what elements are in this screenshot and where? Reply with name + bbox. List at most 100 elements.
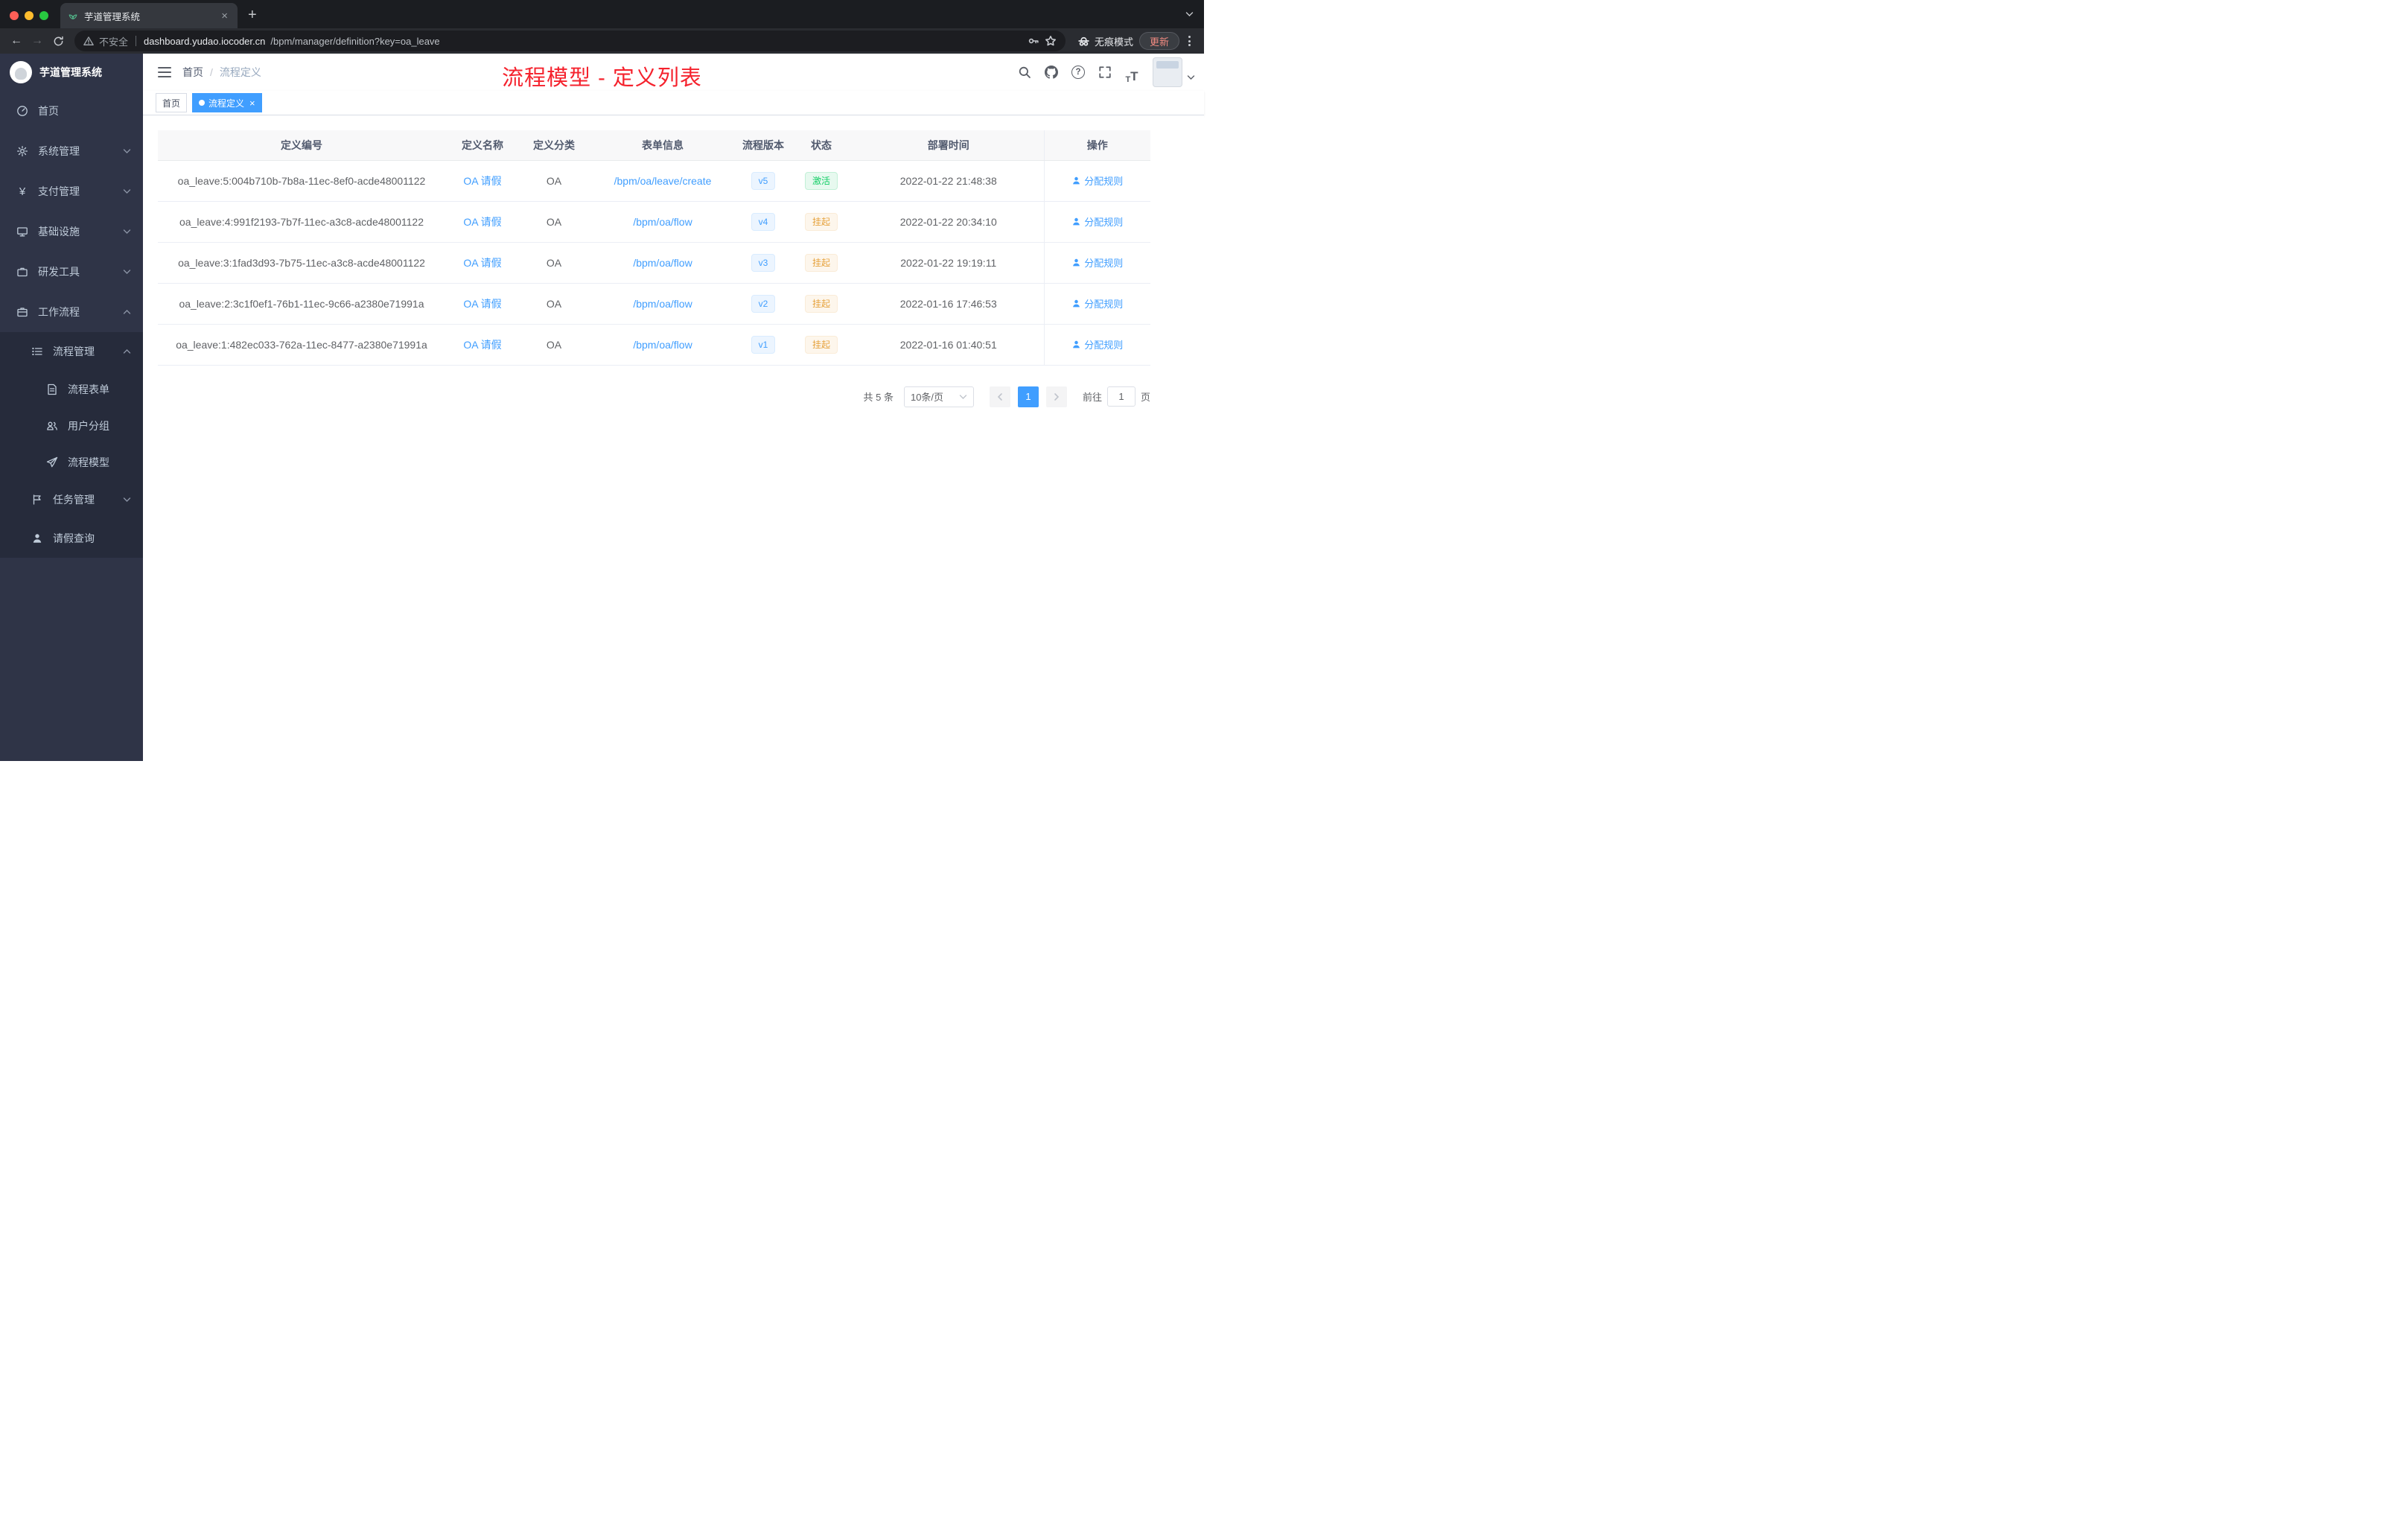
goto-label: 前往 (1082, 392, 1102, 403)
version-badge[interactable]: v5 (751, 171, 776, 190)
window-zoom-button[interactable] (39, 11, 48, 20)
pagination-total: 共 5 条 (863, 392, 894, 403)
tag-process-definition[interactable]: 流程定义 × (192, 93, 262, 112)
version-badge[interactable]: v2 (751, 294, 776, 313)
cell-category: OA (520, 324, 588, 366)
browser-menu-kebab-icon[interactable] (1179, 36, 1198, 46)
definition-table: 定义编号 定义名称 定义分类 表单信息 流程版本 状态 部署时间 操作 oa_l… (158, 130, 1150, 366)
breadcrumb-home[interactable]: 首页 (182, 65, 203, 80)
browser-tab-strip: 芋道管理系统 × + (0, 0, 1204, 28)
app-header: 首页 / 流程定义 ? TT (143, 54, 1204, 91)
security-label[interactable]: 不安全 (99, 34, 128, 48)
cell-definition-id: oa_leave:4:991f2193-7b7f-11ec-a3c8-acde4… (158, 201, 445, 243)
avatar-caret-icon[interactable] (1187, 71, 1195, 84)
cell-category: OA (520, 242, 588, 284)
bookmark-star-icon[interactable] (1045, 35, 1057, 47)
tag-active-dot (199, 100, 206, 106)
assign-rule-button[interactable]: 分配规则 (1071, 296, 1123, 311)
incognito-badge[interactable]: 无痕模式 (1077, 34, 1133, 48)
security-warning-icon (83, 36, 94, 45)
briefcase-icon (17, 267, 28, 277)
version-badge[interactable]: v4 (751, 212, 776, 231)
app-title: 芋道管理系统 (39, 66, 102, 78)
person-icon (1073, 299, 1080, 308)
form-info-link[interactable]: /bpm/oa/flow (633, 216, 692, 228)
sidebar-item-process-management[interactable]: 流程管理 (0, 332, 143, 371)
github-icon[interactable] (1039, 60, 1063, 84)
search-icon[interactable] (1013, 60, 1036, 84)
assign-rule-button[interactable]: 分配规则 (1071, 214, 1123, 229)
page-size-select[interactable]: 10条/页 (903, 386, 974, 407)
tag-home[interactable]: 首页 (156, 93, 188, 112)
window-minimize-button[interactable] (25, 11, 34, 20)
status-badge: 挂起 (804, 294, 838, 313)
person-icon (1073, 217, 1080, 226)
sidebar-item-label: 基础设施 (38, 226, 80, 238)
definition-name-link[interactable]: OA 请假 (463, 257, 501, 269)
next-page-button[interactable] (1045, 386, 1067, 407)
list-icon (32, 347, 42, 356)
sidebar-item-home[interactable]: 首页 (0, 91, 143, 131)
tag-close-icon[interactable]: × (249, 98, 255, 109)
sidebar-item-workflow[interactable]: 工作流程 (0, 292, 143, 332)
fullscreen-icon[interactable] (1093, 60, 1117, 84)
form-info-link[interactable]: /bpm/oa/flow (633, 257, 692, 269)
tab-search-chevron-icon[interactable] (1175, 7, 1204, 28)
new-tab-button[interactable]: + (238, 7, 267, 28)
user-avatar[interactable] (1153, 57, 1182, 87)
app-logo[interactable]: 芋道管理系统 (0, 54, 143, 91)
sidebar-item-payment[interactable]: ¥ 支付管理 (0, 171, 143, 211)
browser-tab[interactable]: 芋道管理系统 × (60, 3, 238, 28)
assign-rule-button[interactable]: 分配规则 (1071, 255, 1123, 270)
sidebar-item-leave-query[interactable]: 请假查询 (0, 519, 143, 558)
table-row: oa_leave:4:991f2193-7b7f-11ec-a3c8-acde4… (158, 201, 1150, 243)
tab-close-icon[interactable]: × (219, 10, 230, 22)
sidebar-item-label: 流程模型 (68, 456, 109, 468)
sidebar-item-label: 流程管理 (53, 346, 95, 357)
chevron-up-icon (123, 310, 131, 314)
sidebar-item-process-form[interactable]: 流程表单 (0, 371, 143, 407)
assign-rule-button[interactable]: 分配规则 (1071, 337, 1123, 351)
reload-button[interactable] (48, 31, 69, 51)
definition-name-link[interactable]: OA 请假 (463, 298, 501, 310)
url-host: dashboard.yudao.iocoder.cn (144, 35, 266, 47)
address-bar[interactable]: 不安全 dashboard.yudao.iocoder.cn/bpm/manag… (74, 31, 1066, 51)
form-info-link[interactable]: /bpm/oa/flow (633, 298, 692, 310)
chevron-right-icon (1054, 392, 1060, 401)
form-info-link[interactable]: /bpm/oa/leave/create (614, 175, 712, 187)
password-key-icon[interactable] (1028, 35, 1039, 47)
window-close-button[interactable] (10, 11, 19, 20)
sidebar-toggle-button[interactable] (143, 67, 182, 77)
version-badge[interactable]: v3 (751, 253, 776, 272)
back-button[interactable]: ← (6, 31, 27, 51)
sidebar-item-system[interactable]: 系统管理 (0, 131, 143, 171)
goto-page-input[interactable] (1106, 386, 1135, 407)
page-number-button[interactable]: 1 (1017, 386, 1039, 407)
font-size-icon[interactable]: TT (1120, 60, 1144, 84)
sidebar-item-task-management[interactable]: 任务管理 (0, 480, 143, 519)
sidebar-item-process-model[interactable]: 流程模型 (0, 444, 143, 480)
version-badge[interactable]: v1 (751, 335, 776, 354)
table-row: oa_leave:5:004b710b-7b8a-11ec-8ef0-acde4… (158, 160, 1150, 202)
chrome-update-button[interactable]: 更新 (1138, 32, 1179, 50)
forward-button[interactable]: → (27, 31, 48, 51)
chevron-down-icon (123, 270, 131, 274)
sidebar-item-user-group[interactable]: 用户分组 (0, 407, 143, 444)
assign-rule-button[interactable]: 分配规则 (1071, 173, 1123, 188)
breadcrumb-separator: / (210, 66, 213, 78)
definition-name-link[interactable]: OA 请假 (463, 175, 501, 187)
form-info-link[interactable]: /bpm/oa/flow (633, 339, 692, 351)
window-controls (0, 11, 60, 28)
cell-deploy-time: 2022-01-22 20:34:10 (853, 201, 1044, 243)
sidebar-item-infrastructure[interactable]: 基础设施 (0, 211, 143, 252)
monitor-icon (17, 227, 28, 237)
breadcrumb-current: 流程定义 (219, 66, 261, 78)
chevron-down-icon (123, 189, 131, 194)
definition-name-link[interactable]: OA 请假 (463, 216, 501, 228)
prev-page-button[interactable] (989, 386, 1010, 407)
help-icon[interactable]: ? (1066, 60, 1090, 84)
sidebar-item-devtools[interactable]: 研发工具 (0, 252, 143, 292)
definition-name-link[interactable]: OA 请假 (463, 339, 501, 351)
col-definition-id: 定义编号 (158, 130, 445, 161)
chevron-down-icon (123, 497, 131, 502)
